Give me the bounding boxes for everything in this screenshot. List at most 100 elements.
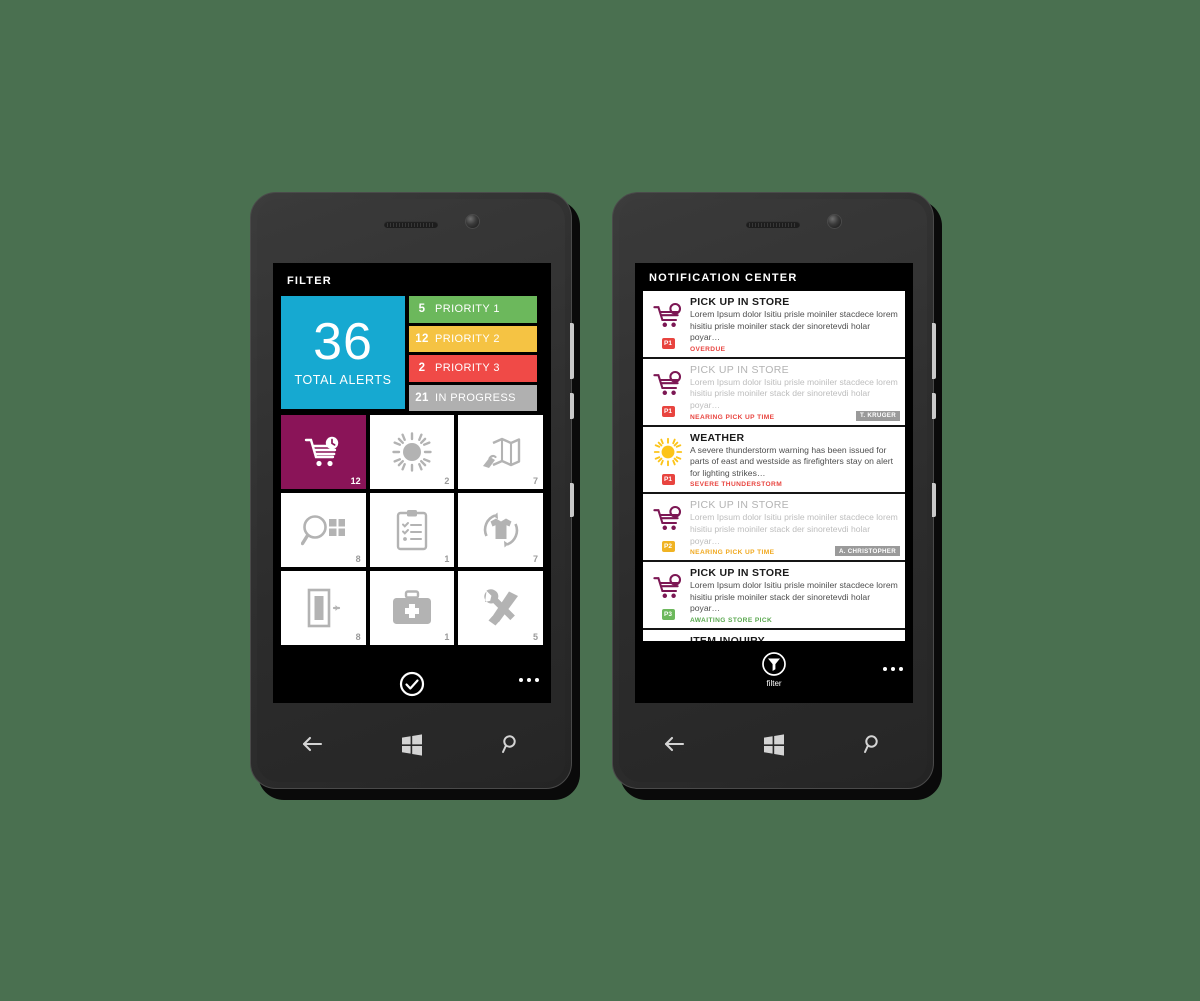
- tile-weather[interactable]: 2: [369, 415, 455, 489]
- tools-maintenance-icon: [480, 588, 522, 628]
- notification-text: Lorem Ipsum dolor Isitiu prisle moiniler…: [690, 580, 898, 614]
- first-aid-kit-icon: [391, 590, 433, 626]
- shopping-cart-clock-icon: [303, 435, 343, 469]
- phone-body: NOTIFICATION CENTER P1 PICK UP IN STORE …: [612, 192, 936, 789]
- notification-icon-column: P3: [648, 635, 688, 641]
- priority-badge: P1: [661, 338, 675, 349]
- notification-item[interactable]: P3 ITEM INQUIRY Lorem Ipsum dolor Isitiu…: [643, 629, 905, 641]
- earpiece-speaker: [746, 221, 800, 228]
- notification-content: ITEM INQUIRY Lorem Ipsum dolor Isitiu pr…: [688, 635, 899, 641]
- priority-tile-2[interactable]: 12 PRIORITY 2: [409, 325, 537, 352]
- camera-button[interactable]: [570, 483, 574, 517]
- filter-button[interactable]: filter: [761, 651, 787, 688]
- notification-icon-column: P1: [648, 296, 688, 353]
- shopping-cart-clock-icon: [652, 364, 684, 404]
- notification-item[interactable]: P3 PICK UP IN STORE Lorem Ipsum dolor Is…: [643, 562, 905, 630]
- tile-fitting-room[interactable]: 8: [281, 571, 366, 645]
- notification-text: A severe thunderstorm warning has been i…: [690, 444, 894, 478]
- tile-tasks[interactable]: 1: [369, 493, 455, 567]
- notification-list[interactable]: P1 PICK UP IN STORE Lorem Ipsum dolor Is…: [643, 291, 905, 641]
- tile-count: 5: [532, 632, 538, 642]
- tile-maintenance[interactable]: 5: [458, 571, 543, 645]
- notification-status: AWAITING STORE PICK: [690, 616, 773, 624]
- notification-item[interactable]: P1 PICK UP IN STORE Lorem Ipsum dolor Is…: [643, 291, 905, 359]
- back-arrow-icon[interactable]: [301, 735, 323, 753]
- filter-button-label: filter: [766, 679, 782, 688]
- clipboard-checklist-icon: [395, 509, 429, 551]
- notification-status: OVERDUE: [690, 345, 726, 353]
- hardware-nav-bar: [625, 722, 921, 766]
- tile-count: 2: [444, 476, 450, 486]
- notification-title: PICK UP IN STORE: [690, 296, 790, 308]
- sun-weather-icon: [391, 431, 433, 473]
- tile-item-inquiry[interactable]: 8: [281, 493, 366, 567]
- ellipsis-icon[interactable]: [519, 678, 539, 682]
- summary-row: 36 TOTAL ALERTS 5 PRIORITY 1 12 PRIORITY…: [281, 296, 543, 411]
- shopping-cart-clock-icon: [652, 499, 684, 539]
- earpiece-speaker: [384, 221, 438, 228]
- category-grid: 12 2 7 8 1 7 8 1 5: [281, 415, 543, 645]
- priority-tile-3[interactable]: 2 PRIORITY 3: [409, 355, 537, 382]
- app-bar: filter: [635, 645, 913, 703]
- priority-list: 5 PRIORITY 1 12 PRIORITY 2 2 PRIORITY 3: [409, 296, 537, 411]
- tile-count: 8: [355, 554, 361, 564]
- ellipsis-icon[interactable]: [883, 667, 903, 671]
- back-arrow-icon[interactable]: [663, 735, 685, 753]
- notification-item[interactable]: P1 PICK UP IN STORE Lorem Ipsum dolor Is…: [643, 358, 905, 427]
- notification-title: ITEM INQUIRY: [690, 634, 765, 641]
- priority-badge: P1: [661, 473, 675, 485]
- tile-count: 1: [444, 632, 450, 642]
- camera-button[interactable]: [932, 483, 936, 517]
- page-title: NOTIFICATION CENTER: [649, 272, 798, 284]
- phone-device-notifications: NOTIFICATION CENTER P1 PICK UP IN STORE …: [612, 192, 942, 800]
- volume-button[interactable]: [570, 323, 574, 379]
- funnel-icon: [762, 652, 786, 676]
- windows-logo-icon[interactable]: [762, 732, 786, 756]
- in-progress-tile[interactable]: 21 IN PROGRESS: [409, 384, 537, 411]
- priority-tile-1[interactable]: 5 PRIORITY 1: [409, 296, 537, 323]
- filter-tiles: 36 TOTAL ALERTS 5 PRIORITY 1 12 PRIORITY…: [273, 287, 551, 645]
- notification-item[interactable]: P1 WEATHER A severe thunderstorm warning…: [643, 426, 905, 495]
- power-button[interactable]: [570, 393, 574, 419]
- notification-item[interactable]: P2 PICK UP IN STORE Lorem Ipsum dolor Is…: [643, 494, 905, 563]
- hardware-nav-bar: [263, 722, 559, 766]
- front-camera: [466, 215, 479, 228]
- tile-count: 1: [444, 554, 450, 564]
- tile-count: 7: [532, 476, 538, 486]
- check-circle-icon[interactable]: [399, 671, 425, 702]
- priority-3-label: PRIORITY 3: [435, 362, 500, 375]
- total-alerts-tile[interactable]: 36 TOTAL ALERTS: [281, 296, 405, 409]
- in-progress-count: 21: [415, 391, 429, 404]
- total-alerts-label: TOTAL ALERTS: [294, 373, 392, 388]
- tile-store-map[interactable]: 7: [458, 415, 543, 489]
- power-button[interactable]: [932, 393, 936, 419]
- notification-icon-column: P1: [648, 364, 688, 421]
- tile-pick-up-in-store[interactable]: 12: [281, 415, 366, 489]
- folded-map-icon: [480, 433, 522, 471]
- in-progress-label: IN PROGRESS: [435, 391, 516, 404]
- priority-3-count: 2: [418, 362, 426, 375]
- notification-icon-column: P1: [648, 432, 688, 489]
- priority-badge: P2: [661, 541, 675, 553]
- notification-icon-column: P3: [648, 567, 688, 624]
- search-products-icon: [652, 635, 684, 641]
- notification-content: WEATHER A severe thunderstorm warning ha…: [688, 432, 899, 489]
- search-icon[interactable]: [501, 734, 521, 754]
- tile-count: 8: [355, 632, 361, 642]
- search-icon[interactable]: [863, 734, 883, 754]
- screen-notification-center: NOTIFICATION CENTER P1 PICK UP IN STORE …: [635, 263, 913, 703]
- screen-filter: FILTER 36 TOTAL ALERTS 5 PRIORITY 1 12 P…: [273, 263, 551, 703]
- windows-logo-icon[interactable]: [400, 732, 424, 756]
- front-camera: [828, 215, 841, 228]
- notification-title: PICK UP IN STORE: [690, 363, 789, 376]
- shopping-cart-clock-icon: [652, 567, 684, 607]
- tile-returns[interactable]: 7: [458, 493, 543, 567]
- assignee-badge: T. KRUGER: [855, 410, 900, 421]
- tile-first-aid[interactable]: 1: [369, 571, 455, 645]
- notification-text: Lorem Ipsum dolor Isitiu prisle moiniler…: [690, 512, 898, 546]
- priority-badge: P3: [661, 609, 675, 621]
- phone-body: FILTER 36 TOTAL ALERTS 5 PRIORITY 1 12 P…: [250, 192, 574, 789]
- volume-button[interactable]: [932, 323, 936, 379]
- shirt-return-icon: [479, 509, 523, 551]
- phone-device-filter: FILTER 36 TOTAL ALERTS 5 PRIORITY 1 12 P…: [250, 192, 580, 800]
